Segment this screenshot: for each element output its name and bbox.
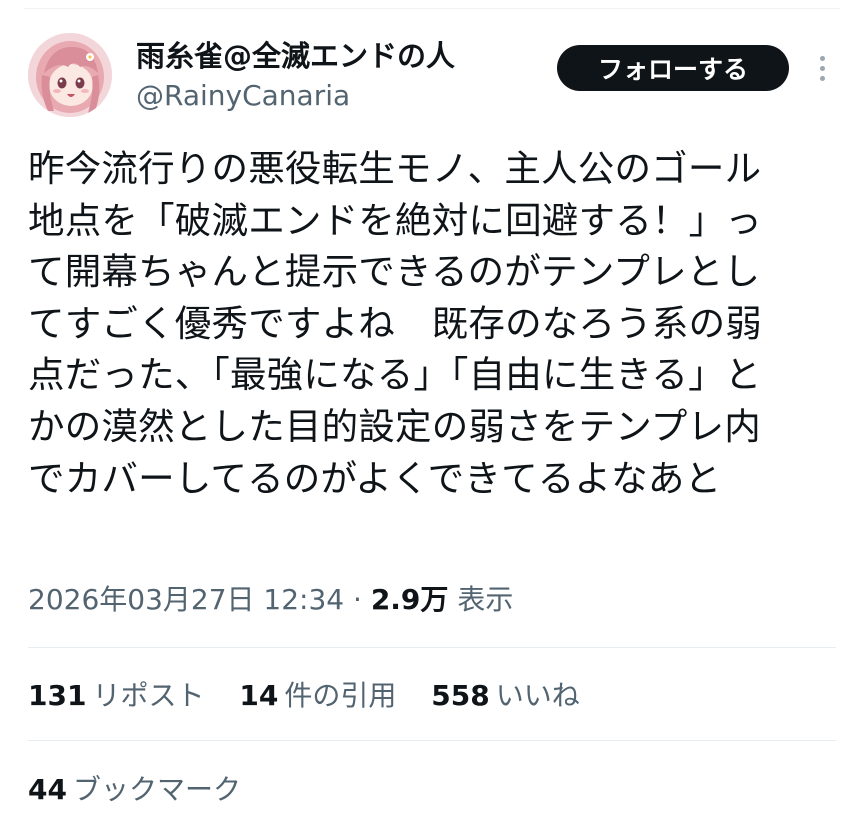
tweet-text-line: かの漠然とした目的設定の弱さをテンプレ内 bbox=[28, 404, 761, 448]
bookmarks-count: 44 bbox=[28, 773, 67, 806]
tweet-text-line: て開幕ちゃんと提示できるのがテンプレとし bbox=[28, 250, 761, 294]
views-count: 2.9万 bbox=[370, 583, 449, 616]
tweet-text-line: てすごく優秀ですよね 既存のなろう系の弱 bbox=[28, 301, 762, 345]
more-dot bbox=[819, 65, 825, 71]
tweet-text-line: でカバーしてるのがよくできてるよなあと bbox=[28, 456, 722, 500]
likes-stat[interactable]: 558 いいね bbox=[431, 679, 579, 712]
likes-label: いいね bbox=[495, 679, 580, 712]
divider bbox=[28, 647, 836, 648]
tweet-text: 昨今流行りの悪役転生モノ、主人公のゴール 地点を「破滅エンドを絶対に回避する！」… bbox=[28, 143, 838, 504]
author-handle[interactable]: @RainyCanaria bbox=[136, 78, 350, 114]
reposts-count: 131 bbox=[28, 679, 87, 712]
more-dot bbox=[819, 55, 825, 61]
quotes-stat[interactable]: 14 件の引用 bbox=[239, 679, 396, 712]
tweet-text-line: 地点を「破滅エンドを絶対に回避する！」っ bbox=[28, 198, 762, 242]
reposts-label: リポスト bbox=[92, 679, 205, 712]
quotes-count: 14 bbox=[239, 679, 279, 712]
reposts-stat[interactable]: 131 リポスト bbox=[28, 679, 204, 712]
engagement-stats: 131 リポスト 14 件の引用 558 いいね bbox=[28, 676, 606, 716]
tweet-text-line: 点だった、「最強になる」「自由に生きる」と bbox=[28, 353, 762, 397]
views-label: 表示 bbox=[457, 583, 514, 616]
avatar-image bbox=[28, 33, 112, 117]
more-vertical-icon[interactable] bbox=[810, 50, 834, 86]
tweet-text-line: 昨今流行りの悪役転生モノ、主人公のゴール bbox=[28, 147, 762, 190]
quotes-label: 件の引用 bbox=[284, 679, 397, 712]
meta-separator: · bbox=[344, 583, 371, 616]
tweet-meta: 2026年03月27日 12:34 · 2.9万 表示 bbox=[28, 580, 513, 620]
avatar[interactable] bbox=[28, 33, 112, 117]
more-dot bbox=[819, 75, 825, 81]
divider bbox=[28, 740, 836, 741]
tweet-timestamp[interactable]: 2026年03月27日 12:34 bbox=[28, 583, 344, 616]
author-display-name[interactable]: 雨糸雀@全滅エンドの人 bbox=[136, 36, 455, 76]
follow-button[interactable]: フォローする bbox=[557, 45, 789, 91]
bookmarks-stat[interactable]: 44 ブックマーク bbox=[28, 770, 241, 810]
bookmarks-label: ブックマーク bbox=[72, 773, 241, 806]
likes-count: 558 bbox=[431, 679, 490, 712]
top-divider bbox=[24, 8, 840, 9]
